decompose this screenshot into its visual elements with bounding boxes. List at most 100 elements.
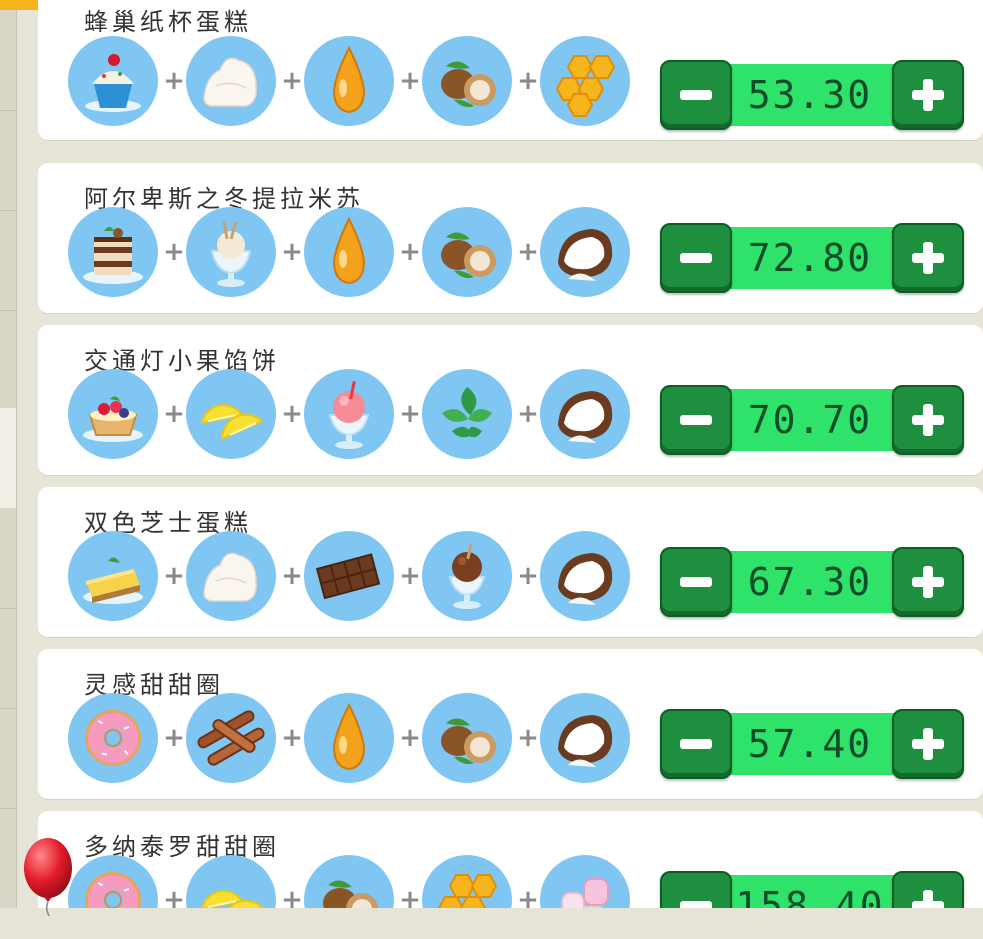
recipe-card: 灵感甜甜圈 + + + +57.40 [38,649,983,799]
plus-separator: + [517,66,539,96]
syrup-drop-icon[interactable] [304,36,394,126]
plus-separator: + [281,66,303,96]
increase-button[interactable] [892,547,964,617]
quantity-value[interactable]: 72.80 [710,227,910,289]
plus-icon-vertical [923,566,933,598]
cinnamon-stick-icon[interactable] [186,693,276,783]
plus-separator: + [281,237,303,267]
whipped-cream-icon[interactable] [186,531,276,621]
increase-button[interactable] [892,871,964,908]
increase-button[interactable] [892,385,964,455]
recipe-card: 多纳泰罗甜甜圈 + + + +158.40 [38,811,983,908]
decrease-button[interactable] [660,871,732,908]
ingredient-row: + + + + [68,36,648,132]
left-panel-highlight [0,408,16,508]
plus-separator: + [163,237,185,267]
plus-separator: + [163,885,185,908]
plus-separator: + [517,237,539,267]
ingredient-row: + + + + [68,855,648,908]
hazelnut-icon[interactable] [422,207,512,297]
decrease-button[interactable] [660,385,732,455]
minus-icon [680,577,712,587]
ingredient-row: + + + + [68,369,648,465]
decrease-button[interactable] [660,223,732,293]
quantity-value[interactable]: 53.30 [710,64,910,126]
plus-separator: + [163,399,185,429]
plus-separator: + [399,723,421,753]
minus-icon [680,901,712,908]
plus-separator: + [399,237,421,267]
ice-cream-sundae-icon[interactable] [186,207,276,297]
quantity-stepper: 70.70 [660,385,966,455]
quantity-value[interactable]: 158.40 [710,875,910,908]
whipped-cream-icon[interactable] [186,36,276,126]
fruit-tart-icon[interactable] [68,369,158,459]
recipe-card: 阿尔卑斯之冬提拉米苏 + + + +72.80 [38,163,983,313]
quantity-stepper: 67.30 [660,547,966,617]
increase-button[interactable] [892,60,964,130]
plus-separator: + [399,885,421,908]
cheesecake-icon[interactable] [68,531,158,621]
quantity-stepper: 72.80 [660,223,966,293]
minus-icon [680,90,712,100]
honeycomb-icon[interactable] [540,36,630,126]
quantity-value[interactable]: 67.30 [710,551,910,613]
decrease-button[interactable] [660,60,732,130]
plus-separator: + [517,723,539,753]
plus-icon-vertical [923,890,933,908]
lemon-icon[interactable] [186,369,276,459]
plus-separator: + [281,561,303,591]
red-balloon-icon[interactable] [20,836,80,916]
decrease-button[interactable] [660,709,732,779]
marshmallow-icon[interactable] [540,855,630,908]
syrup-drop-icon[interactable] [304,207,394,297]
plus-separator: + [517,561,539,591]
bottom-bar [0,908,983,939]
plus-separator: + [399,66,421,96]
decrease-button[interactable] [660,547,732,617]
mint-leaves-icon[interactable] [422,369,512,459]
plus-icon-vertical [923,404,933,436]
increase-button[interactable] [892,709,964,779]
plus-icon-vertical [923,242,933,274]
coconut-icon[interactable] [540,531,630,621]
plus-separator: + [517,885,539,908]
coconut-icon[interactable] [540,693,630,783]
chocolate-ice-cream-icon[interactable] [422,531,512,621]
minus-icon [680,253,712,263]
donut-icon[interactable] [68,693,158,783]
recipe-list[interactable]: 蜂巢纸杯蛋糕 + + + +53.30 阿尔卑斯之冬提拉米苏 + + + +72.80 交通灯小果馅… [38,0,983,908]
quantity-value[interactable]: 57.40 [710,713,910,775]
quantity-stepper: 57.40 [660,709,966,779]
ingredient-row: + + + + [68,531,648,627]
plus-icon-vertical [923,728,933,760]
hazelnut-icon[interactable] [422,36,512,126]
quantity-stepper: 53.30 [660,60,966,130]
syrup-drop-icon[interactable] [304,693,394,783]
coconut-icon[interactable] [540,207,630,297]
quantity-value[interactable]: 70.70 [710,389,910,451]
strawberry-ice-cream-icon[interactable] [304,369,394,459]
plus-separator: + [163,66,185,96]
plus-separator: + [281,723,303,753]
coconut-icon[interactable] [540,369,630,459]
cupcake-icon[interactable] [68,36,158,126]
increase-button[interactable] [892,223,964,293]
ingredient-row: + + + + [68,693,648,789]
plus-icon-vertical [923,79,933,111]
lemon-icon[interactable] [186,855,276,908]
chocolate-bar-icon[interactable] [304,531,394,621]
minus-icon [680,739,712,749]
recipe-card: 双色芝士蛋糕 + + + +67.30 [38,487,983,637]
plus-separator: + [399,399,421,429]
donut-icon[interactable] [68,855,158,908]
recipe-card: 交通灯小果馅饼 + + + +70.70 [38,325,983,475]
plus-separator: + [517,399,539,429]
quantity-stepper: 158.40 [660,871,966,908]
hazelnut-icon[interactable] [422,693,512,783]
honeycomb-icon[interactable] [422,855,512,908]
tiramisu-icon[interactable] [68,207,158,297]
hazelnut-icon[interactable] [304,855,394,908]
plus-separator: + [281,399,303,429]
plus-separator: + [163,723,185,753]
